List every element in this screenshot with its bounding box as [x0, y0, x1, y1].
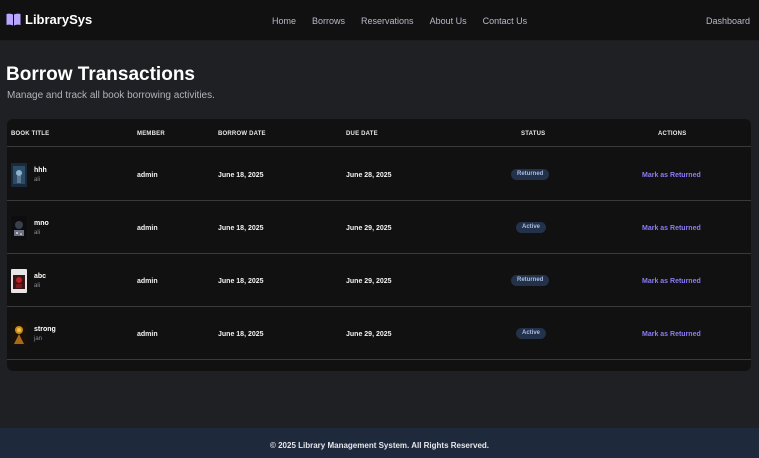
borrow-date: June 18, 2025: [218, 225, 264, 232]
borrow-table: BOOK TITLE MEMBER BORROW DATE DUE DATE S…: [7, 119, 751, 371]
column-header-member: MEMBER: [137, 131, 165, 137]
brand-logo[interactable]: LibrarySys: [6, 12, 92, 27]
table-row: mno ali admin June 18, 2025 June 29, 202…: [7, 201, 751, 254]
column-header-due-date: DUE DATE: [346, 131, 378, 137]
book-title: strong: [34, 326, 56, 333]
due-date: June 29, 2025: [346, 278, 392, 285]
footer-copyright: © 2025 Library Management System. All Ri…: [269, 441, 489, 450]
due-date: June 29, 2025: [346, 225, 392, 232]
mark-as-returned-link[interactable]: Mark as Returned: [642, 225, 701, 232]
column-header-book-title: BOOK TITLE: [11, 131, 50, 137]
book-author: ali: [34, 177, 41, 183]
table-row: hhh ali admin June 18, 2025 June 28, 202…: [7, 148, 751, 201]
book-cover-image: [11, 322, 27, 346]
table-row: abc ali admin June 18, 2025 June 29, 202…: [7, 254, 751, 307]
due-date: June 28, 2025: [346, 172, 392, 179]
nav-link-contact[interactable]: Contact Us: [483, 16, 528, 26]
page-subtitle: Manage and track all book borrowing acti…: [7, 90, 215, 101]
nav-link-about[interactable]: About Us: [430, 16, 467, 26]
book-cover-image: [11, 269, 27, 293]
column-header-actions: ACTIONS: [658, 131, 687, 137]
book-title: mno: [34, 220, 49, 227]
member-name: admin: [137, 278, 158, 285]
table-header: BOOK TITLE MEMBER BORROW DATE DUE DATE S…: [7, 119, 751, 147]
borrow-date: June 18, 2025: [218, 278, 264, 285]
brand-name: LibrarySys: [25, 12, 93, 27]
borrow-date: June 18, 2025: [218, 172, 264, 179]
table-row: strong jan admin June 18, 2025 June 29, …: [7, 307, 751, 360]
mark-as-returned-link[interactable]: Mark as Returned: [642, 172, 701, 179]
book-cover-image: [11, 216, 27, 240]
book-author: jan: [34, 336, 43, 342]
borrow-date: June 18, 2025: [218, 331, 264, 338]
nav-link-borrows[interactable]: Borrows: [312, 16, 345, 26]
book-icon: [6, 13, 21, 26]
due-date: June 29, 2025: [346, 331, 392, 338]
status-badge: Active: [516, 328, 547, 339]
member-name: admin: [137, 331, 158, 338]
status-badge: Returned: [511, 169, 550, 180]
mark-as-returned-link[interactable]: Mark as Returned: [642, 278, 701, 285]
book-title: abc: [34, 273, 47, 280]
book-author: ali: [34, 230, 41, 236]
mark-as-returned-link[interactable]: Mark as Returned: [642, 331, 701, 338]
status-badge: Returned: [511, 275, 550, 286]
member-name: admin: [137, 225, 158, 232]
nav-link-home[interactable]: Home: [272, 16, 296, 26]
member-name: admin: [137, 172, 158, 179]
navbar: LibrarySys Home Borrows Reservations Abo…: [0, 0, 759, 41]
nav-link-dashboard[interactable]: Dashboard: [706, 16, 750, 26]
nav-links: Home Borrows Reservations About Us Conta…: [272, 16, 527, 26]
footer: © 2025 Library Management System. All Ri…: [0, 428, 759, 458]
book-author: ali: [34, 283, 41, 289]
nav-link-reservations[interactable]: Reservations: [361, 16, 414, 26]
column-header-status: STATUS: [521, 131, 546, 137]
page-title: Borrow Transactions: [6, 64, 195, 85]
book-title: hhh: [34, 167, 47, 174]
column-header-borrow-date: BORROW DATE: [218, 131, 266, 137]
status-badge: Active: [516, 222, 547, 233]
book-cover-image: [11, 163, 27, 187]
